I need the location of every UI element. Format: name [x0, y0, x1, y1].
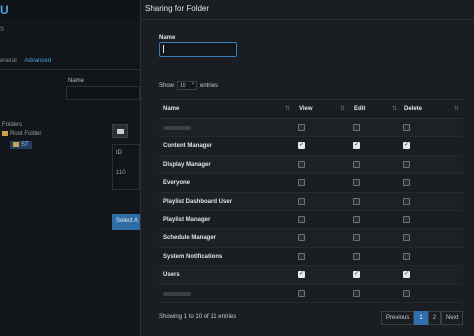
- id-cell: 110: [116, 170, 126, 176]
- sort-icon[interactable]: ⇅: [285, 105, 290, 112]
- delete-checkbox[interactable]: [403, 252, 410, 260]
- edit-checkbox[interactable]: [353, 234, 360, 242]
- modal-header: Sharing for Folder: [141, 0, 474, 20]
- view-checkbox[interactable]: [298, 215, 305, 223]
- page-2-button[interactable]: 2: [427, 311, 442, 325]
- row-name: Schedule Manager: [163, 235, 217, 242]
- background-logo: U: [0, 3, 9, 17]
- selected-folder-node[interactable]: ST: [10, 141, 32, 150]
- previous-button[interactable]: Previous: [381, 311, 415, 325]
- permissions-table: Name ⇅ View ⇅ Edit ⇅ Delete ⇅ Content Ma…: [159, 99, 463, 303]
- delete-checkbox[interactable]: [403, 270, 410, 279]
- entries-select[interactable]: 10: [177, 80, 198, 90]
- edit-checkbox[interactable]: [353, 270, 360, 279]
- edit-checkbox[interactable]: [353, 215, 360, 223]
- edit-checkbox[interactable]: [353, 160, 360, 168]
- view-checkbox[interactable]: [298, 234, 305, 242]
- pagination: Previous 1 2 Next: [381, 311, 464, 325]
- tab-advanced[interactable]: Advanced: [24, 58, 51, 64]
- row-name: Content Manager: [163, 143, 213, 150]
- table-body: Content Manager Display Manager Everyone Pl…: [159, 119, 463, 303]
- name-input[interactable]: [159, 42, 237, 57]
- tab-general[interactable]: eneral: [0, 58, 17, 64]
- background-topbar: [0, 0, 140, 20]
- table-row: [159, 119, 463, 138]
- sharing-modal: Sharing for Folder Name Show 10 entries …: [140, 0, 474, 336]
- row-name: Playlist Dashboard User: [163, 198, 233, 205]
- page-1-button[interactable]: 1: [414, 311, 428, 325]
- table-row: Playlist Dashboard User: [159, 192, 463, 211]
- row-name: Everyone: [163, 180, 191, 187]
- delete-checkbox[interactable]: [403, 234, 410, 242]
- table-header: Name ⇅ View ⇅ Edit ⇅ Delete ⇅: [159, 100, 463, 119]
- redacted-name: [163, 126, 191, 130]
- table-row: Content Manager: [159, 137, 463, 156]
- show-label: Show: [159, 82, 175, 89]
- sort-icon[interactable]: ⇅: [392, 105, 397, 112]
- folder-button[interactable]: [112, 124, 128, 138]
- table-row: Playlist Manager: [159, 211, 463, 230]
- edit-checkbox[interactable]: [353, 179, 360, 187]
- view-checkbox[interactable]: [298, 179, 305, 187]
- delete-checkbox[interactable]: [403, 160, 410, 168]
- table-row: Users: [159, 266, 463, 285]
- redacted-name: [163, 291, 191, 296]
- folder-icon: [13, 142, 19, 147]
- select-button[interactable]: Select A: [112, 214, 140, 230]
- text-cursor: [163, 45, 164, 53]
- table-row: [159, 285, 463, 303]
- view-checkbox[interactable]: [298, 160, 305, 168]
- table-row: Display Manager: [159, 155, 463, 175]
- delete-checkbox[interactable]: [403, 179, 410, 187]
- row-name: Playlist Manager: [163, 216, 211, 223]
- folder-icon: [2, 131, 8, 136]
- table-info: Showing 1 to 10 of 11 entries: [159, 314, 237, 320]
- column-header-name[interactable]: Name: [163, 106, 179, 112]
- sort-icon[interactable]: ⇅: [340, 105, 345, 112]
- view-checkbox[interactable]: [298, 252, 305, 260]
- view-checkbox[interactable]: [298, 141, 305, 150]
- delete-checkbox[interactable]: [403, 124, 410, 131]
- selected-folder-label: ST: [21, 142, 29, 149]
- column-header-view[interactable]: View: [299, 106, 313, 112]
- view-checkbox[interactable]: [298, 124, 305, 131]
- name-label: Name: [159, 35, 176, 41]
- root-folder-label: Root Folder: [10, 131, 42, 138]
- sort-icon[interactable]: ⇅: [454, 105, 459, 112]
- table-row: Schedule Manager: [159, 229, 463, 248]
- background-subtitle: S: [0, 27, 5, 33]
- tabs-divider: [0, 69, 140, 70]
- edit-checkbox[interactable]: [353, 141, 360, 150]
- next-button[interactable]: Next: [441, 311, 464, 325]
- view-checkbox[interactable]: [298, 289, 305, 297]
- background-name-field[interactable]: [66, 86, 140, 100]
- column-header-delete[interactable]: Delete: [404, 106, 422, 112]
- edit-checkbox[interactable]: [353, 252, 360, 260]
- row-name: Users: [163, 272, 180, 279]
- modal-title: Sharing for Folder: [145, 4, 210, 13]
- table-row: System Notifications: [159, 248, 463, 267]
- background-tabs: eneral Advanced: [0, 58, 57, 64]
- view-checkbox[interactable]: [298, 270, 305, 279]
- view-checkbox[interactable]: [298, 197, 305, 205]
- table-row: Everyone: [159, 174, 463, 193]
- edit-checkbox[interactable]: [353, 289, 360, 297]
- entries-label: entries: [200, 82, 219, 89]
- show-entries-control: Show 10 entries: [159, 80, 219, 90]
- folders-label: Folders: [2, 122, 23, 128]
- edit-checkbox[interactable]: [353, 197, 360, 205]
- row-name: System Notifications: [163, 253, 223, 260]
- column-header-edit[interactable]: Edit: [354, 106, 365, 112]
- row-name: Display Manager: [163, 161, 211, 168]
- root-folder-node[interactable]: Root Folder: [2, 131, 41, 137]
- id-column-header: ID: [116, 150, 122, 156]
- delete-checkbox[interactable]: [403, 141, 410, 150]
- delete-checkbox[interactable]: [403, 197, 410, 205]
- background-name-label: Name: [68, 78, 85, 84]
- delete-checkbox[interactable]: [403, 289, 410, 297]
- delete-checkbox[interactable]: [403, 215, 410, 223]
- edit-checkbox[interactable]: [353, 124, 360, 131]
